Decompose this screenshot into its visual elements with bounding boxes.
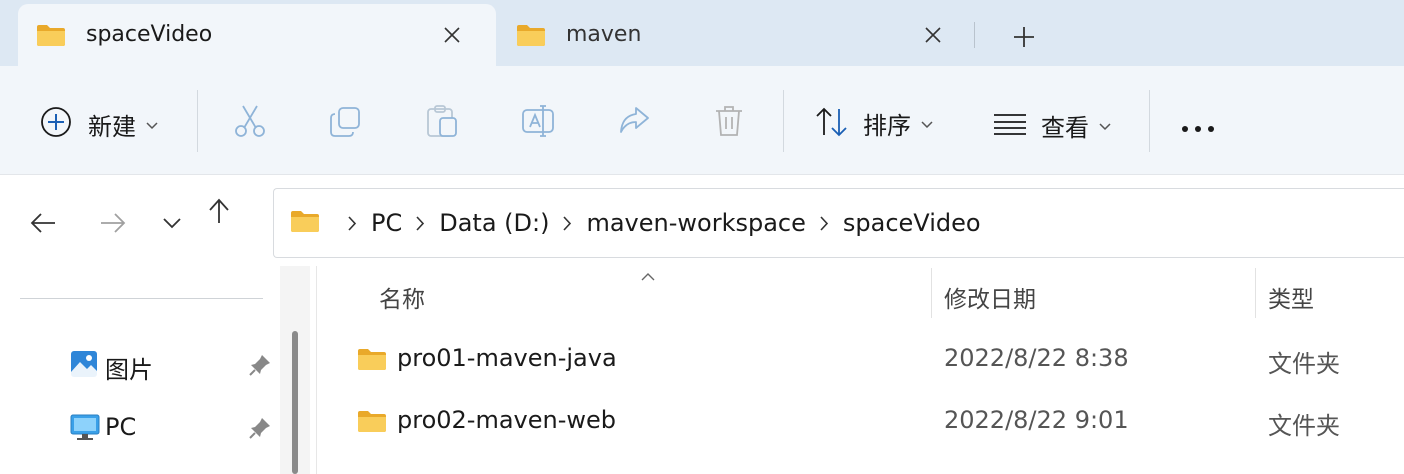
chevron-down-icon (921, 114, 933, 133)
arrow-right-icon (101, 213, 126, 233)
cut-button[interactable] (233, 104, 267, 142)
tab-label: maven (566, 22, 642, 47)
folder-icon (357, 347, 387, 375)
tab-maven[interactable]: maven (497, 4, 973, 66)
new-label: 新建 (88, 112, 136, 141)
new-tab-button[interactable] (1008, 21, 1040, 53)
chevron-right-icon[interactable] (820, 215, 829, 231)
address-bar[interactable]: PC Data (D:) maven-workspace spaceVideo (273, 188, 1404, 258)
share-button[interactable] (618, 106, 650, 140)
folder-icon (357, 409, 387, 437)
file-list: 名称 修改日期 类型 pro01-maven-java 2022/8/22 8:… (317, 266, 1404, 474)
recent-locations-button[interactable] (160, 213, 184, 233)
pin-icon[interactable] (248, 416, 272, 444)
back-button[interactable] (28, 208, 58, 238)
share-icon (618, 106, 650, 140)
more-button[interactable] (1181, 118, 1215, 137)
chevron-down-icon (146, 115, 158, 134)
plus-icon (1014, 27, 1034, 47)
chevron-down-icon (1099, 116, 1111, 135)
nav-item-label: 图片 (105, 356, 153, 384)
file-modified: 2022/8/22 8:38 (944, 344, 1129, 372)
breadcrumb-pc[interactable]: PC (371, 209, 402, 237)
arrow-up-icon (209, 198, 229, 223)
file-name: pro01-maven-java (397, 344, 617, 372)
table-row[interactable]: pro02-maven-web 2022/8/22 9:01 文件夹 (317, 394, 1404, 450)
copy-icon (329, 106, 361, 142)
arrow-left-icon (30, 213, 55, 233)
column-header-modified[interactable]: 修改日期 (944, 280, 1036, 314)
more-icon (1181, 118, 1215, 137)
file-type: 文件夹 (1268, 350, 1340, 378)
list-view-icon (993, 112, 1027, 140)
pin-icon[interactable] (248, 353, 272, 381)
chevron-down-icon (163, 217, 181, 228)
pc-icon (70, 413, 100, 445)
sort-label: 排序 (863, 112, 911, 140)
chevron-right-icon[interactable] (348, 215, 357, 231)
close-icon[interactable] (438, 21, 466, 49)
up-button[interactable] (205, 197, 233, 225)
forward-button[interactable] (98, 208, 128, 238)
rename-icon (521, 104, 555, 142)
scrollbar-thumb[interactable] (292, 331, 298, 474)
pane-divider (20, 298, 263, 299)
paste-icon (426, 104, 458, 142)
file-name: pro02-maven-web (397, 406, 617, 434)
column-header-type[interactable]: 类型 (1268, 280, 1314, 314)
view-label: 查看 (1041, 114, 1089, 142)
column-divider[interactable] (1255, 268, 1256, 318)
cut-icon (233, 104, 267, 142)
sort-ascending-icon (641, 266, 655, 285)
tab-label: spaceVideo (86, 22, 213, 47)
toolbar-separator (783, 90, 784, 152)
column-header-name[interactable]: 名称 (379, 280, 425, 314)
trash-icon (714, 104, 744, 142)
chevron-right-icon[interactable] (563, 215, 572, 231)
chevron-right-icon[interactable] (416, 215, 425, 231)
toolbar-separator (197, 90, 198, 152)
nav-item-label: PC (105, 413, 137, 441)
column-divider[interactable] (931, 268, 932, 318)
file-type: 文件夹 (1268, 412, 1340, 440)
tab-divider (974, 22, 975, 48)
add-circle-icon (40, 106, 72, 142)
close-icon[interactable] (919, 21, 947, 49)
folder-icon (290, 209, 320, 237)
sort-button[interactable]: 排序 (815, 106, 933, 141)
folder-icon (36, 23, 66, 51)
nav-item-pictures[interactable]: 图片 (0, 340, 280, 390)
sort-icon (815, 107, 849, 141)
view-button[interactable]: 查看 (993, 108, 1111, 143)
rename-button[interactable] (521, 104, 555, 142)
delete-button[interactable] (714, 104, 744, 142)
file-modified: 2022/8/22 9:01 (944, 406, 1129, 434)
nav-item-pc[interactable]: PC (0, 403, 280, 453)
navigation-pane: 图片 PC (0, 266, 280, 474)
paste-button[interactable] (426, 104, 458, 142)
navigation-row: PC Data (D:) maven-workspace spaceVideo (0, 174, 1404, 266)
breadcrumb-data-drive[interactable]: Data (D:) (439, 209, 549, 237)
command-bar: 新建 排序 查看 (0, 66, 1404, 174)
folder-icon (516, 23, 546, 51)
breadcrumb-maven-workspace[interactable]: maven-workspace (586, 209, 805, 237)
breadcrumb-spacevideo[interactable]: spaceVideo (843, 209, 981, 237)
copy-button[interactable] (329, 106, 361, 142)
new-button[interactable]: 新建 (40, 106, 158, 142)
tab-strip: spaceVideo maven (0, 0, 1404, 66)
tab-spacevideo[interactable]: spaceVideo (18, 4, 496, 66)
table-row[interactable]: pro01-maven-java 2022/8/22 8:38 文件夹 (317, 332, 1404, 388)
pictures-icon (70, 350, 98, 382)
toolbar-separator (1149, 90, 1150, 152)
